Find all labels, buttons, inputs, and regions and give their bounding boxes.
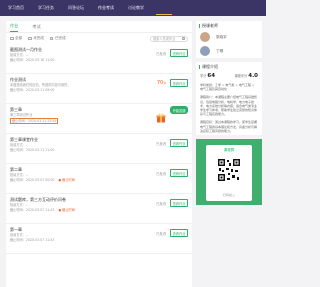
task-item[interactable]: 第二章 批阅方式：-- 截止时间：2020.03.07 00:00 ● 截止时间 … (6, 164, 192, 194)
qr-title: 课程群 (223, 148, 235, 153)
teacher-name: 丁明 (216, 48, 224, 53)
teachers-title: 授课老师 (202, 22, 218, 28)
course-intro-panel: 课程介绍 学分 64 课程评分 4.0 学科类别：工学 > 电气类 > 电气工程… (196, 62, 262, 136)
nav-tab-tasks[interactable]: 学习任务 (38, 5, 54, 11)
deadline-flag: ● 截止时间 (58, 208, 75, 212)
filter-all-label: 全部 (15, 36, 23, 40)
subtabs: 作业 考试 (6, 21, 192, 33)
course-goal: 课程目标：通过本课程的学习，使学生掌握电气工程的基本理论和方法，具备分析与解决实… (200, 120, 258, 133)
course-description: 课程简介：本课程主要介绍电气工程基础知识，包括电路分析、电机学、电力电子技术、电… (200, 95, 258, 117)
stat-rating: 课程评分 4.0 (234, 73, 258, 79)
view-homework-button[interactable]: 查看作业 (170, 199, 188, 207)
task-item[interactable]: 截图测试一月作业 批阅方式：-- 截止时间：2020.03.16 11:00 已… (6, 44, 192, 74)
task-deadline: 截止时间：2020.03.11 09:00 (10, 88, 55, 92)
view-homework-button[interactable]: 查看作业 (170, 139, 188, 147)
task-item[interactable]: 作业测试 本题是给我们的反馈，所提供内容可用的， 截止时间：2020.03.11… (6, 74, 192, 104)
deadline-flag: ● 截止时间 (58, 178, 75, 182)
task-deadline: 截止时间：2020.03.07 11:43 (10, 208, 55, 212)
panel-header: 课程介绍 (196, 62, 262, 71)
task-status: 已批改 (156, 171, 167, 176)
task-item[interactable]: 第三章 第三章测试作业 截止时间：2020.03.11 23:59 开始答题 (6, 104, 192, 134)
checkbox-icon (10, 36, 14, 41)
nav-tab-discussion[interactable]: 讨论教学 (128, 5, 144, 11)
subtab-homework[interactable]: 作业 (10, 23, 19, 32)
filter-unfinished[interactable]: 未完成 (28, 36, 44, 41)
intro-title: 课程介绍 (202, 63, 218, 69)
task-score-unit: 分 (163, 81, 167, 85)
filter-bar: 全部 未完成 已完成 搜索人员或作业 (6, 33, 192, 44)
view-homework-button[interactable]: 查看作业 (170, 229, 188, 237)
stat-credit: 学分 64 (200, 73, 216, 79)
task-score: 70分 (157, 80, 166, 86)
view-homework-button[interactable]: 查看作业 (170, 169, 188, 177)
filter-all[interactable]: 全部 (10, 36, 22, 41)
task-status: 已批改 (156, 141, 167, 146)
search-icon (182, 37, 185, 40)
task-deadline: 截止时间：2020.03.11 23:59 (10, 118, 59, 124)
task-deadline: 截止时间：2020.03.07 00:00 (10, 178, 55, 182)
task-item[interactable]: 第一章 批阅方式：-- 截止时间：2020.03.07 11:43 已批改 查看… (6, 224, 192, 254)
top-nav: 学习首页 学习任务 问答论坛 作业考试 讨论教学 (0, 0, 266, 16)
task-deadline-row: 截止时间：2020.03.07 11:43 ● 截止时间 (10, 208, 188, 213)
qr-foot: 扫码加入 (222, 193, 235, 198)
active-tab-indicator (156, 13, 172, 15)
checkbox-icon (49, 36, 54, 41)
view-homework-button[interactable]: 查看作业 (170, 49, 188, 57)
task-item[interactable]: 测试题库，第三方互动评价问卷 批阅方式：-- 截止时间：2020.03.07 1… (6, 194, 192, 224)
course-category: 学科类别：工学 > 电气类 > 电气工程 > 电气工程及其自动化 (200, 83, 255, 92)
qr-card: 课程群 扫码加入 (206, 145, 252, 202)
qr-panel: 课程群 扫码加入 (196, 139, 262, 206)
teacher-item[interactable]: 张晓宇 (196, 30, 262, 44)
teacher-name: 张晓宇 (216, 34, 227, 39)
nav-tab-forum[interactable]: 问答论坛 (68, 5, 84, 11)
nav-tab-homework[interactable]: 作业考试 (98, 5, 114, 11)
qr-code-icon (217, 158, 241, 183)
search-placeholder: 搜索人员或作业 (153, 37, 176, 41)
search-input[interactable]: 搜索人员或作业 (150, 35, 188, 42)
homework-panel: 作业 考试 全部 未完成 已完成 搜索人员或作业 截图测试一月作业 批阅方式：-… (6, 21, 192, 287)
teacher-item[interactable]: 丁明 (196, 44, 262, 58)
filter-finished-label: 已完成 (54, 36, 66, 40)
start-answer-button[interactable]: 开始答题 (170, 106, 188, 114)
subtab-exam[interactable]: 考试 (32, 24, 40, 32)
filter-finished[interactable]: 已完成 (49, 36, 66, 41)
checkbox-icon (28, 36, 32, 41)
task-item[interactable]: 第三章课堂作业 批阅方式：-- 截止时间：2020.03.11 11:00 已批… (6, 134, 192, 164)
task-deadline-row: 截止时间：2020.03.07 00:00 ● 截止时间 (10, 178, 188, 183)
teachers-panel: 授课老师 张晓宇 丁明 (196, 21, 262, 58)
task-deadline: 截止时间：2020.03.16 11:00 (10, 58, 55, 62)
course-stats: 学分 64 课程评分 4.0 (196, 71, 262, 81)
side-column: 授课老师 张晓宇 丁明 课程介绍 学分 64 课程评分 4.0 学科类别：工学 … (196, 21, 262, 206)
avatar (200, 32, 210, 42)
filter-unfinished-label: 未完成 (33, 36, 44, 40)
panel-header: 授课老师 (196, 21, 262, 30)
gift-icon (156, 113, 166, 123)
task-deadline: 截止时间：2020.03.11 11:00 (10, 148, 55, 152)
avatar (200, 46, 210, 56)
task-deadline: 截止时间：2020.03.07 11:43 (10, 238, 55, 242)
task-status: 已批改 (156, 231, 167, 236)
view-homework-button[interactable]: 查看作业 (170, 79, 188, 87)
task-status: 已批改 (156, 51, 167, 56)
task-status: 已批改 (156, 201, 167, 206)
nav-tab-home[interactable]: 学习首页 (8, 5, 24, 11)
